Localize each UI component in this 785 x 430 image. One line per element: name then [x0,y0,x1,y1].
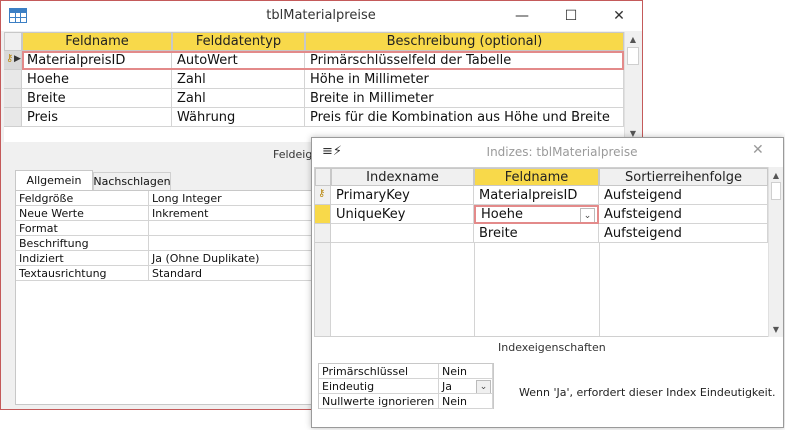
row-selector[interactable] [4,70,22,89]
index-row-cell-order[interactable]: Aufsteigend [599,224,768,243]
dropdown-arrow-icon[interactable]: ⌄ [580,208,595,222]
vertical-scrollbar[interactable]: ▲ ▼ [768,167,783,337]
table-row-cell-beschreibung[interactable]: Breite in Millimeter [305,89,624,108]
scroll-thumb[interactable] [627,47,639,65]
indexes-icon: ≡⚡ [322,144,343,159]
index-row-cell-name[interactable] [331,224,474,243]
column-header-sortierreihenfolge[interactable]: Sortierreihenfolge [599,168,768,186]
property-value[interactable]: Inkrement [149,206,314,221]
close-icon[interactable]: ✕ [604,1,634,31]
help-text: Wenn 'Ja', erfordert dieser Index Eindeu… [519,386,776,399]
table-row-cell-datentyp[interactable]: AutoWert [172,51,305,70]
index-properties-heading: Indexeigenschaften [498,341,606,354]
index-row-cell-field[interactable]: MaterialpreisID [474,186,599,205]
property-label: Textausrichtung [16,266,149,281]
table-row-cell-datentyp[interactable]: Zahl [172,89,305,108]
column-header-beschreibung[interactable]: Beschreibung (optional) [305,32,624,51]
dialog-title: Indizes: tblMaterialpreise [486,145,638,159]
table-icon [9,8,27,23]
indexes-dialog: ≡⚡ Indizes: tblMaterialpreise ✕ Indexnam… [311,137,784,428]
vertical-scrollbar[interactable]: ▲ ▼ [624,32,641,140]
minimize-icon[interactable]: — [507,1,537,31]
eindeutig-dropdown-value: Ja [442,379,452,393]
row-selector-icon[interactable]: ⚷ ▶ [4,51,22,70]
dialog-title-bar: ≡⚡ Indizes: tblMaterialpreise ✕ [312,138,783,166]
field-dropdown-value: Hoehe [481,207,523,222]
property-value[interactable]: Long Integer [149,191,314,206]
column-header-feldname[interactable]: Feldname [22,32,172,51]
row-selector[interactable] [315,224,331,243]
column-divider [599,243,600,336]
column-divider [474,243,475,336]
row-selector[interactable] [315,205,331,224]
grid-corner [4,32,22,51]
column-header-indexname[interactable]: Indexname [331,168,474,186]
window-title: tblMaterialpreise [266,8,376,23]
row-selector[interactable] [4,89,22,108]
table-row-cell-datentyp[interactable]: Zahl [172,70,305,89]
table-row-cell-feldname[interactable]: MaterialpreisID [22,51,172,70]
field-properties-panel: Feldgröße Long Integer Neue Werte Inkrem… [15,190,315,405]
index-row-cell-name[interactable]: UniqueKey [331,205,474,224]
column-header-felddatentyp[interactable]: Felddatentyp [172,32,305,51]
property-value[interactable]: Nein [439,364,493,379]
title-bar: tblMaterialpreise — ☐ ✕ [1,1,642,31]
property-value[interactable] [149,221,314,236]
field-dropdown[interactable]: Hoehe ⌄ [474,205,599,224]
property-label: Beschriftung [16,236,149,251]
table-row-cell-beschreibung[interactable]: Primärschlüsselfeld der Tabelle [305,51,624,70]
maximize-icon[interactable]: ☐ [556,1,586,31]
table-row-cell-feldname[interactable]: Breite [22,89,172,108]
scroll-up-icon[interactable]: ▲ [625,32,641,46]
scroll-up-icon[interactable]: ▲ [769,169,783,181]
tab-nachschlagen[interactable]: Nachschlagen [93,172,171,190]
row-selector-column [315,243,331,336]
index-row-cell-order[interactable]: Aufsteigend [599,205,768,224]
row-selector[interactable] [4,108,22,127]
property-value[interactable]: Nein [439,394,493,409]
field-properties-heading: Feldeig [273,148,313,161]
property-label: Nullwerte ignorieren [319,394,439,409]
key-icon: ⚷ [318,188,326,199]
column-header-feldname[interactable]: Feldname [474,168,599,186]
property-label: Primärschlüssel [319,364,439,379]
tab-allgemein[interactable]: Allgemein [15,170,93,190]
property-label: Indiziert [16,251,149,266]
close-icon[interactable]: ✕ [752,142,764,158]
property-label: Feldgröße [16,191,149,206]
property-label: Format [16,221,149,236]
index-row-cell-name[interactable]: PrimaryKey [331,186,474,205]
table-row-cell-beschreibung[interactable]: Höhe in Millimeter [305,70,624,89]
index-row-cell-field[interactable]: Breite [474,224,599,243]
property-value[interactable] [149,236,314,251]
table-row-cell-feldname[interactable]: Preis [22,108,172,127]
index-grid: Indexname Feldname Sortierreihenfolge ⚷ … [314,167,769,337]
eindeutig-dropdown[interactable]: Ja ⌄ [439,379,493,394]
table-row-cell-feldname[interactable]: Hoehe [22,70,172,89]
current-row-arrow-icon: ▶ [14,54,21,64]
field-grid: Feldname Felddatentyp Beschreibung (opti… [4,32,624,142]
grid-corner [315,168,331,186]
key-icon: ⚷ [6,53,14,64]
dropdown-arrow-icon[interactable]: ⌄ [476,380,491,393]
property-value[interactable]: Standard [149,266,314,281]
property-value[interactable]: Ja (Ohne Duplikate) [149,251,314,266]
scroll-thumb[interactable] [771,182,781,200]
table-row-cell-beschreibung[interactable]: Preis für die Kombination aus Höhe und B… [305,108,624,127]
scroll-down-icon[interactable]: ▼ [769,323,783,335]
table-row-cell-datentyp[interactable]: Währung [172,108,305,127]
property-label: Neue Werte [16,206,149,221]
row-selector[interactable]: ⚷ [315,186,331,205]
index-properties-panel: Primärschlüssel Nein Eindeutig Ja ⌄ Null… [318,363,494,409]
property-label: Eindeutig [319,379,439,394]
index-row-cell-order[interactable]: Aufsteigend [599,186,768,205]
